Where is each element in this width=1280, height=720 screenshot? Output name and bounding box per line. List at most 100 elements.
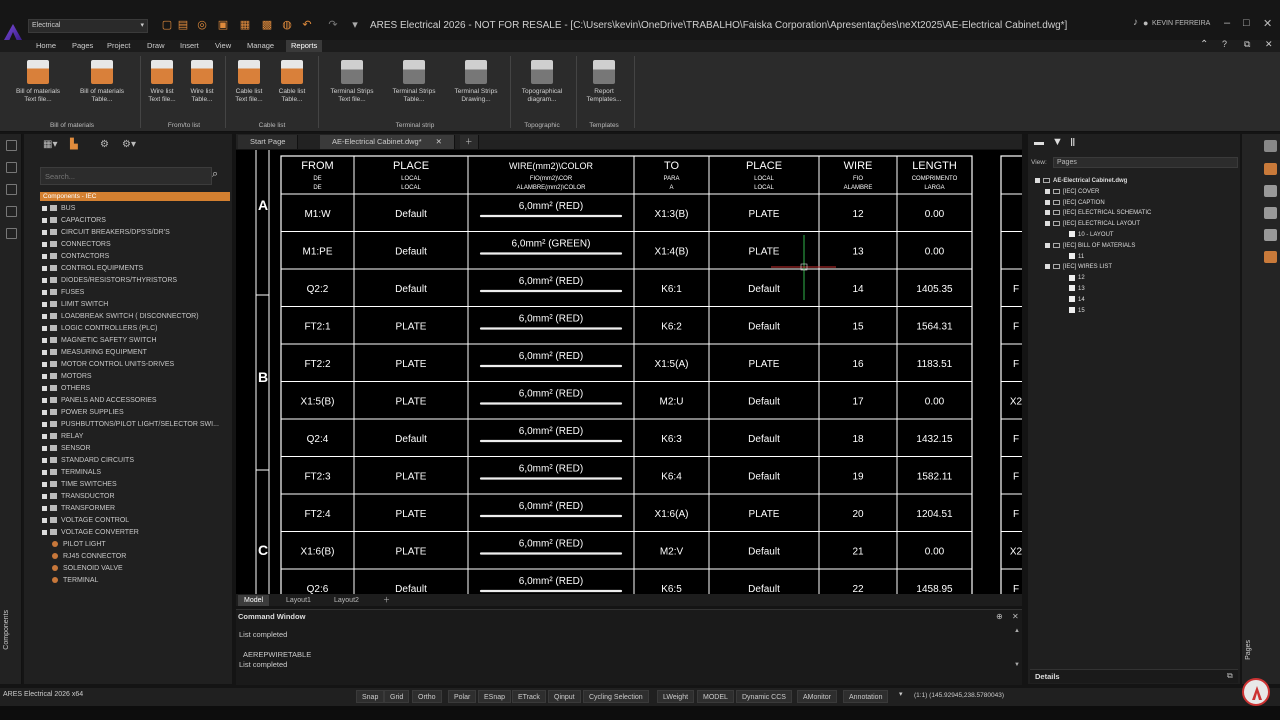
component-category-item[interactable]: RELAY: [42, 431, 83, 443]
expand-icon[interactable]: [42, 301, 47, 307]
component-category-item[interactable]: PANELS AND ACCESSORIES: [42, 395, 157, 407]
collapse-icon[interactable]: [1045, 188, 1050, 194]
expand-icon[interactable]: [42, 337, 47, 343]
component-category-item[interactable]: STANDARD CIRCUITS: [42, 455, 134, 467]
page-tree-folder[interactable]: [IEC] ELECTRICAL SCHEMATIC: [1045, 208, 1151, 218]
view-select[interactable]: Pages: [1053, 157, 1238, 168]
terminal-strips-table-button[interactable]: Terminal Strips Table...: [384, 60, 444, 104]
status-toggle-ortho[interactable]: Ortho: [412, 690, 442, 703]
library-icon[interactable]: [1264, 229, 1277, 241]
page-tree-folder[interactable]: [IEC] ELECTRICAL LAYOUT: [1045, 219, 1140, 229]
tab-insert[interactable]: Insert: [175, 40, 204, 52]
collapse-icon[interactable]: [1035, 177, 1040, 183]
bom-table-button[interactable]: Bill of materials Table...: [72, 60, 132, 104]
component-category-item[interactable]: POWER SUPPLIES: [42, 407, 124, 419]
component-category-item[interactable]: CONTROL EQUIPMENTS: [42, 263, 143, 275]
save-as-icon[interactable]: ▦: [238, 18, 252, 33]
collapse-icon[interactable]: [1045, 221, 1050, 227]
expand-icon[interactable]: [42, 505, 47, 511]
status-toggle-amonitor[interactable]: AMonitor: [797, 690, 838, 703]
help-icon[interactable]: ?: [1222, 39, 1227, 49]
status-toggle-model[interactable]: MODEL: [697, 690, 734, 703]
page-tree-page[interactable]: 15: [1069, 306, 1085, 316]
status-toggle-dynamic-ccs[interactable]: Dynamic CCS: [736, 690, 792, 703]
components-side-tab[interactable]: Components: [3, 610, 10, 650]
expand-icon[interactable]: [42, 373, 47, 379]
expand-icon[interactable]: [42, 277, 47, 283]
component-category-item[interactable]: SENSOR: [42, 443, 91, 455]
component-category-item[interactable]: LOADBREAK SWITCH ( DISCONNECTOR): [42, 311, 199, 323]
print-icon[interactable]: ▩: [260, 18, 274, 33]
close-button[interactable]: ✕: [1263, 17, 1272, 30]
expand-icon[interactable]: [42, 349, 47, 355]
symbols-icon[interactable]: [1264, 251, 1277, 263]
expand-icon[interactable]: [42, 445, 47, 451]
tab-draw[interactable]: Draw: [142, 40, 170, 52]
command-window[interactable]: [236, 609, 1022, 685]
redo-icon[interactable]: ↷: [326, 18, 340, 33]
pin-icon[interactable]: ⊕: [996, 612, 1003, 621]
expand-icon[interactable]: [42, 241, 47, 247]
component-category-item[interactable]: MOTOR CONTROL UNITS-DRIVES: [42, 359, 174, 371]
expand-icon[interactable]: [42, 481, 47, 487]
expand-icon[interactable]: [42, 217, 47, 223]
list-view-icon[interactable]: ▬: [1034, 137, 1044, 148]
more-icon[interactable]: ▾: [348, 18, 362, 33]
bom-text-file-button[interactable]: Bill of materials Text file...: [8, 60, 68, 104]
save-icon[interactable]: ▣: [216, 18, 230, 33]
component-category-item[interactable]: PUSHBUTTONS/PILOT LIGHT/SELECTOR SWI...: [42, 419, 219, 431]
close-tab-icon[interactable]: ✕: [436, 137, 442, 146]
status-toggle-qinput[interactable]: Qinput: [548, 690, 581, 703]
component-category-item[interactable]: CONNECTORS: [42, 239, 111, 251]
expand-icon[interactable]: [42, 529, 47, 535]
component-category-item[interactable]: VOLTAGE CONTROL: [42, 515, 129, 527]
insert-component-icon[interactable]: ▙: [70, 139, 78, 150]
expand-icon[interactable]: [42, 229, 47, 235]
new-tab-button[interactable]: ＋: [460, 135, 479, 149]
report-templates-button[interactable]: Report Templates...: [574, 60, 634, 104]
collapse-icon[interactable]: [1045, 242, 1050, 248]
tab-home[interactable]: Home: [31, 40, 61, 52]
add-layout-button[interactable]: ＋: [377, 595, 396, 606]
terminal-strips-drawing-button[interactable]: Terminal Strips Drawing...: [446, 60, 506, 104]
drawing-canvas[interactable]: A B C FROM DE DE PLACE LOCAL LOCAL WIRE(mm2)\COLO…: [236, 150, 1022, 594]
details-panel-header[interactable]: Details: [1030, 669, 1238, 683]
properties-panel-icon[interactable]: [6, 228, 17, 239]
search-icon[interactable]: ⌕: [212, 168, 218, 181]
pause-icon[interactable]: Ⅱ: [1070, 136, 1075, 149]
pages-panel-icon[interactable]: [1264, 163, 1277, 175]
component-item[interactable]: RJ45 CONNECTOR: [52, 551, 126, 563]
expand-icon[interactable]: [42, 397, 47, 403]
page-tree-page[interactable]: 12: [1069, 273, 1085, 283]
component-category-item[interactable]: CONTACTORS: [42, 251, 109, 263]
component-category-item[interactable]: FUSES: [42, 287, 84, 299]
expand-icon[interactable]: [42, 517, 47, 523]
component-category-item[interactable]: TIME SWITCHES: [42, 479, 117, 491]
status-toggle-polar[interactable]: Polar: [448, 690, 477, 703]
new-file-icon[interactable]: ▢: [160, 18, 174, 33]
lightbulb-icon[interactable]: ◎: [195, 18, 209, 33]
symbols-panel-icon[interactable]: [6, 162, 17, 173]
locations-panel-icon[interactable]: [6, 206, 17, 217]
status-toggle-esnap[interactable]: ESnap: [478, 690, 512, 703]
expand-icon[interactable]: [42, 313, 47, 319]
tab-view[interactable]: View: [210, 40, 236, 52]
component-item[interactable]: SOLENOID VALVE: [52, 563, 123, 575]
expand-icon[interactable]: [42, 493, 47, 499]
filter-icon[interactable]: ▦▾: [43, 139, 57, 150]
page-tree-folder[interactable]: [IEC] WIRES LIST: [1045, 262, 1112, 272]
expand-icon[interactable]: [42, 289, 47, 295]
page-tree-folder[interactable]: [IEC] COVER: [1045, 187, 1099, 197]
status-toggle-cycling-selection[interactable]: Cycling Selection: [583, 690, 649, 703]
tab-manage[interactable]: Manage: [242, 40, 279, 52]
component-category-item[interactable]: MAGNETIC SAFETY SWITCH: [42, 335, 157, 347]
expand-icon[interactable]: [42, 457, 47, 463]
filter-funnel-icon[interactable]: ▼: [1052, 136, 1063, 148]
page-tree-folder[interactable]: [IEC] BILL OF MATERIALS: [1045, 241, 1135, 251]
cable-list-table-button[interactable]: Cable list Table...: [262, 60, 322, 104]
cables-panel-icon[interactable]: [6, 184, 17, 195]
component-category-item[interactable]: OTHERS: [42, 383, 90, 395]
minimize-button[interactable]: –: [1224, 17, 1230, 29]
status-toggle-etrack[interactable]: ETrack: [512, 690, 546, 703]
page-tree-folder[interactable]: [IEC] CAPTION: [1045, 198, 1105, 208]
